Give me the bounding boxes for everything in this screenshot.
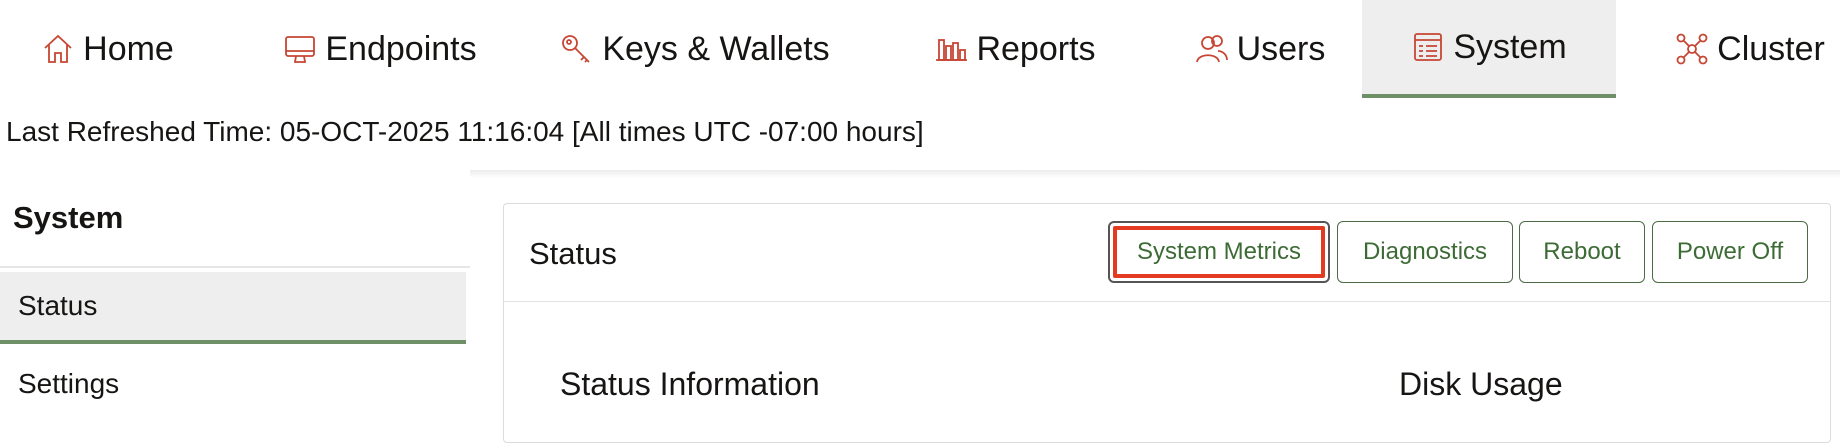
nav-reports[interactable]: Reports [915,0,1115,98]
nav-endpoints[interactable]: Endpoints [260,0,500,98]
panel-title: Status [529,236,617,271]
reboot-button[interactable]: Reboot [1519,221,1645,283]
status-panel: Status System Metrics Diagnostics Reboot… [503,203,1831,443]
sidebar-divider [0,266,470,268]
nav-keys-wallets[interactable]: Keys & Wallets [560,0,830,98]
panel-header: Status System Metrics Diagnostics Reboot… [504,204,1830,302]
home-icon [44,34,72,63]
system-icon [1414,33,1443,61]
status-information-heading: Status Information [560,366,820,402]
nav-home-label: Home [83,29,174,68]
monitor-icon [285,36,316,63]
nav-users[interactable]: Users [1175,0,1345,98]
sidebar-item-settings[interactable]: Settings [0,348,466,420]
cluster-icon [1676,33,1708,65]
top-navigation: Home Endpoints Keys & Wallets Reports Us… [0,0,1840,98]
users-icon [1195,35,1228,63]
disk-usage-heading: Disk Usage [1399,366,1563,402]
sidebar-item-status[interactable]: Status [0,272,466,344]
system-metrics-button[interactable]: System Metrics [1108,221,1330,283]
nav-home[interactable]: Home [0,0,215,98]
bar-chart-icon [936,39,968,61]
sidebar-item-label: Status [18,290,98,321]
sidebar-title: System [13,200,124,235]
nav-reports-label: Reports [976,29,1096,68]
nav-users-label: Users [1236,29,1326,68]
nav-cluster[interactable]: Cluster [1660,0,1840,98]
key-icon [562,35,590,63]
nav-cluster-label: Cluster [1717,29,1825,68]
sidebar-item-label: Settings [18,368,120,399]
last-refreshed-time: Last Refreshed Time: 05-OCT-2025 11:16:0… [6,116,924,147]
nav-system-label: System [1453,27,1567,66]
power-off-button[interactable]: Power Off [1652,221,1808,283]
diagnostics-button[interactable]: Diagnostics [1337,221,1513,283]
nav-endpoints-label: Endpoints [325,29,477,68]
nav-keys-wallets-label: Keys & Wallets [602,29,830,68]
header-divider [470,170,1840,178]
nav-system[interactable]: System [1362,0,1616,98]
